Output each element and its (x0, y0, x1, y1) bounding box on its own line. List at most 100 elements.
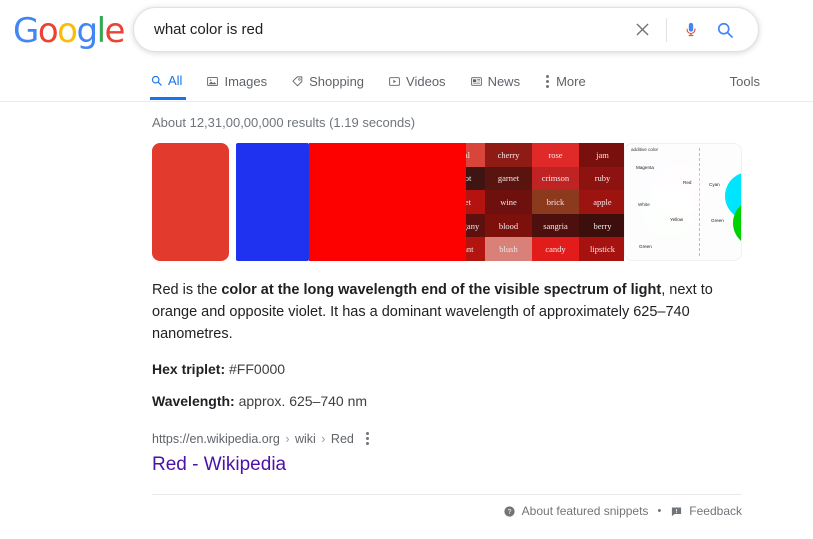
about-featured-snippets-link[interactable]: ? About featured snippets (503, 504, 649, 518)
venn-label-white: White (638, 202, 650, 207)
help-circle-icon: ? (504, 505, 515, 517)
news-icon (470, 77, 482, 86)
swatch-cell: candy (532, 237, 579, 261)
feedback-flag-icon (672, 506, 682, 516)
swatch-cell: lipstick (579, 237, 624, 261)
swatch-cell: blush (485, 237, 532, 261)
tab-news-label: News (487, 74, 521, 89)
nav-bar: All Images Shopping Videos News More Too… (0, 63, 813, 102)
snippet-footer: ? About featured snippets • Feedback (152, 494, 742, 518)
pure-red-swatch-image[interactable] (309, 143, 466, 261)
image-results-strip: coralcherryrosejammerlotcarrotgarnetcrim… (152, 143, 742, 261)
microphone-icon-glyph (686, 22, 696, 36)
kebab-dot-3 (546, 85, 550, 88)
venn-circle-green (643, 184, 695, 236)
kebab-dot-3 (365, 442, 369, 445)
tools-button[interactable]: Tools (730, 63, 760, 100)
swatch-cell: sangria (532, 213, 579, 238)
swatch-cell: mahogany (466, 213, 485, 238)
swatch-cell: berry (579, 213, 624, 238)
logo-letter-o1: o (37, 11, 59, 51)
breadcrumb-sep-2: › (317, 431, 329, 446)
fact-hex-triplet: Hex triplet: #FF0000 (152, 361, 813, 377)
result-stats: About 12,31,00,00,000 results (1.19 seco… (152, 115, 416, 130)
page-header: Google (0, 0, 813, 63)
tab-all-label: All (168, 72, 183, 88)
venn2-label-green: Green (711, 218, 724, 223)
search-icon-glyph (717, 22, 733, 38)
microphone-icon[interactable] (674, 13, 708, 47)
swatch-cell: cherry (485, 143, 532, 167)
tab-news[interactable]: News (470, 63, 535, 100)
tab-images-label: Images (224, 74, 268, 89)
snippet-lead: Red is the (152, 282, 222, 298)
logo-letter-g2: g (76, 11, 98, 51)
swatch-cell: crimson (532, 166, 579, 191)
result-title-link[interactable]: Red - Wikipedia (152, 453, 813, 477)
tab-all[interactable]: All (150, 63, 187, 100)
swatch-cell: wine (485, 190, 532, 214)
logo-letter-e: e (104, 11, 126, 51)
swatch-cell: blood (485, 213, 532, 238)
red-shade-names-grid-image[interactable]: coralcherryrosejammerlotcarrotgarnetcrim… (466, 143, 624, 261)
tab-shopping[interactable]: Shopping (291, 63, 378, 100)
swatch-cell: rose (532, 143, 579, 167)
fact-wavelength-value: approx. 625–740 nm (238, 393, 368, 409)
close-icon[interactable] (625, 13, 659, 47)
solid-blue-swatch-image[interactable] (236, 143, 309, 261)
kebab-dot-2 (546, 80, 550, 83)
search-bar-divider (666, 17, 667, 42)
venn-label-yellow: Yellow (670, 217, 684, 222)
tab-videos[interactable]: Videos (388, 63, 460, 100)
venn-title: additive color (631, 147, 659, 152)
fact-hex-label: Hex triplet: (152, 361, 226, 377)
about-featured-snippets-label: About featured snippets (521, 504, 649, 518)
search-icon[interactable] (708, 13, 742, 47)
tag-icon (292, 76, 303, 87)
fact-hex-value: #FF0000 (229, 361, 286, 377)
swatch-cell: claret (466, 190, 485, 214)
search-bar[interactable] (133, 7, 759, 52)
breadcrumb-sep-1: › (281, 431, 293, 446)
tab-more[interactable]: More (544, 63, 600, 100)
close-icon-glyph (635, 23, 649, 36)
breadcrumb-crumb-1: wiki (294, 431, 316, 446)
logo-letter-o2: o (57, 11, 78, 51)
swatch-cell: carrot (466, 166, 485, 191)
fact-wavelength-label: Wavelength: (152, 393, 235, 409)
swatch-cell: currant (466, 237, 485, 261)
kebab-icon (544, 73, 551, 90)
snippet-bold: color at the long wavelength end of the … (221, 282, 662, 298)
tab-images[interactable]: Images (206, 63, 281, 100)
swatch-cell: garnet (485, 166, 532, 191)
result-options-kebab-icon[interactable] (364, 430, 371, 447)
featured-snippet-text: Red is the color at the long wavelength … (152, 279, 717, 345)
solid-red-swatch-image[interactable] (152, 143, 229, 261)
kebab-dot-2 (365, 437, 369, 440)
search-icon (151, 75, 162, 86)
logo-letter-g1: G (13, 11, 39, 51)
tab-shopping-label: Shopping (309, 74, 365, 89)
kebab-dot-1 (546, 75, 550, 78)
search-input[interactable] (134, 15, 625, 44)
tab-more-label: More (556, 74, 586, 89)
breadcrumb[interactable]: https://en.wikipedia.org › wiki › Red (152, 432, 354, 446)
google-logo[interactable]: Google (13, 11, 126, 51)
feedback-link[interactable]: Feedback (670, 504, 742, 518)
venn-label-magenta: Magenta (636, 165, 654, 170)
logo-letter-l: l (96, 11, 106, 51)
swatch-cell: ruby (579, 166, 624, 191)
footer-separator: • (657, 505, 662, 517)
swatch-cell: apple (579, 190, 624, 214)
kebab-dot-1 (365, 432, 369, 435)
venn-label-green: Green (639, 244, 652, 249)
additive-color-diagram-image[interactable]: additive color Magenta Red White Yellow … (624, 143, 742, 261)
breadcrumb-domain: https://en.wikipedia.org (152, 431, 280, 446)
swatch-cell: jam (579, 143, 624, 167)
svg-text:?: ? (507, 508, 511, 515)
nav-tabs: All Images Shopping Videos News More (150, 63, 610, 100)
venn2-label-cyan: Cyan (709, 182, 720, 187)
tab-videos-label: Videos (406, 74, 446, 89)
swatch-grid: coralcherryrosejammerlotcarrotgarnetcrim… (466, 143, 624, 261)
fact-wavelength: Wavelength: approx. 625–740 nm (152, 393, 813, 409)
